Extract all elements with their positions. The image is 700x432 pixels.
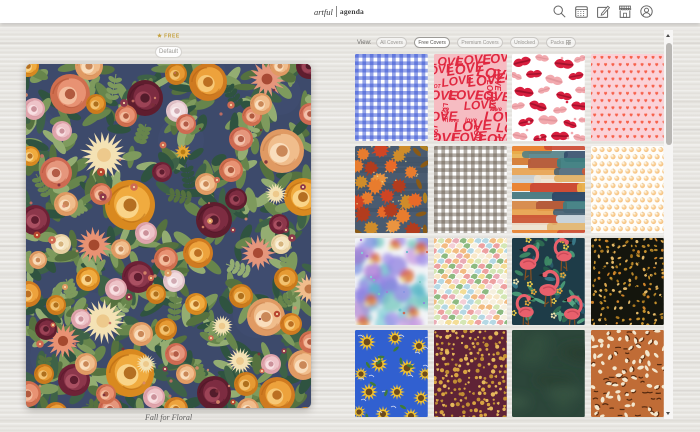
svg-text:LOVE: LOVE bbox=[494, 136, 504, 141]
